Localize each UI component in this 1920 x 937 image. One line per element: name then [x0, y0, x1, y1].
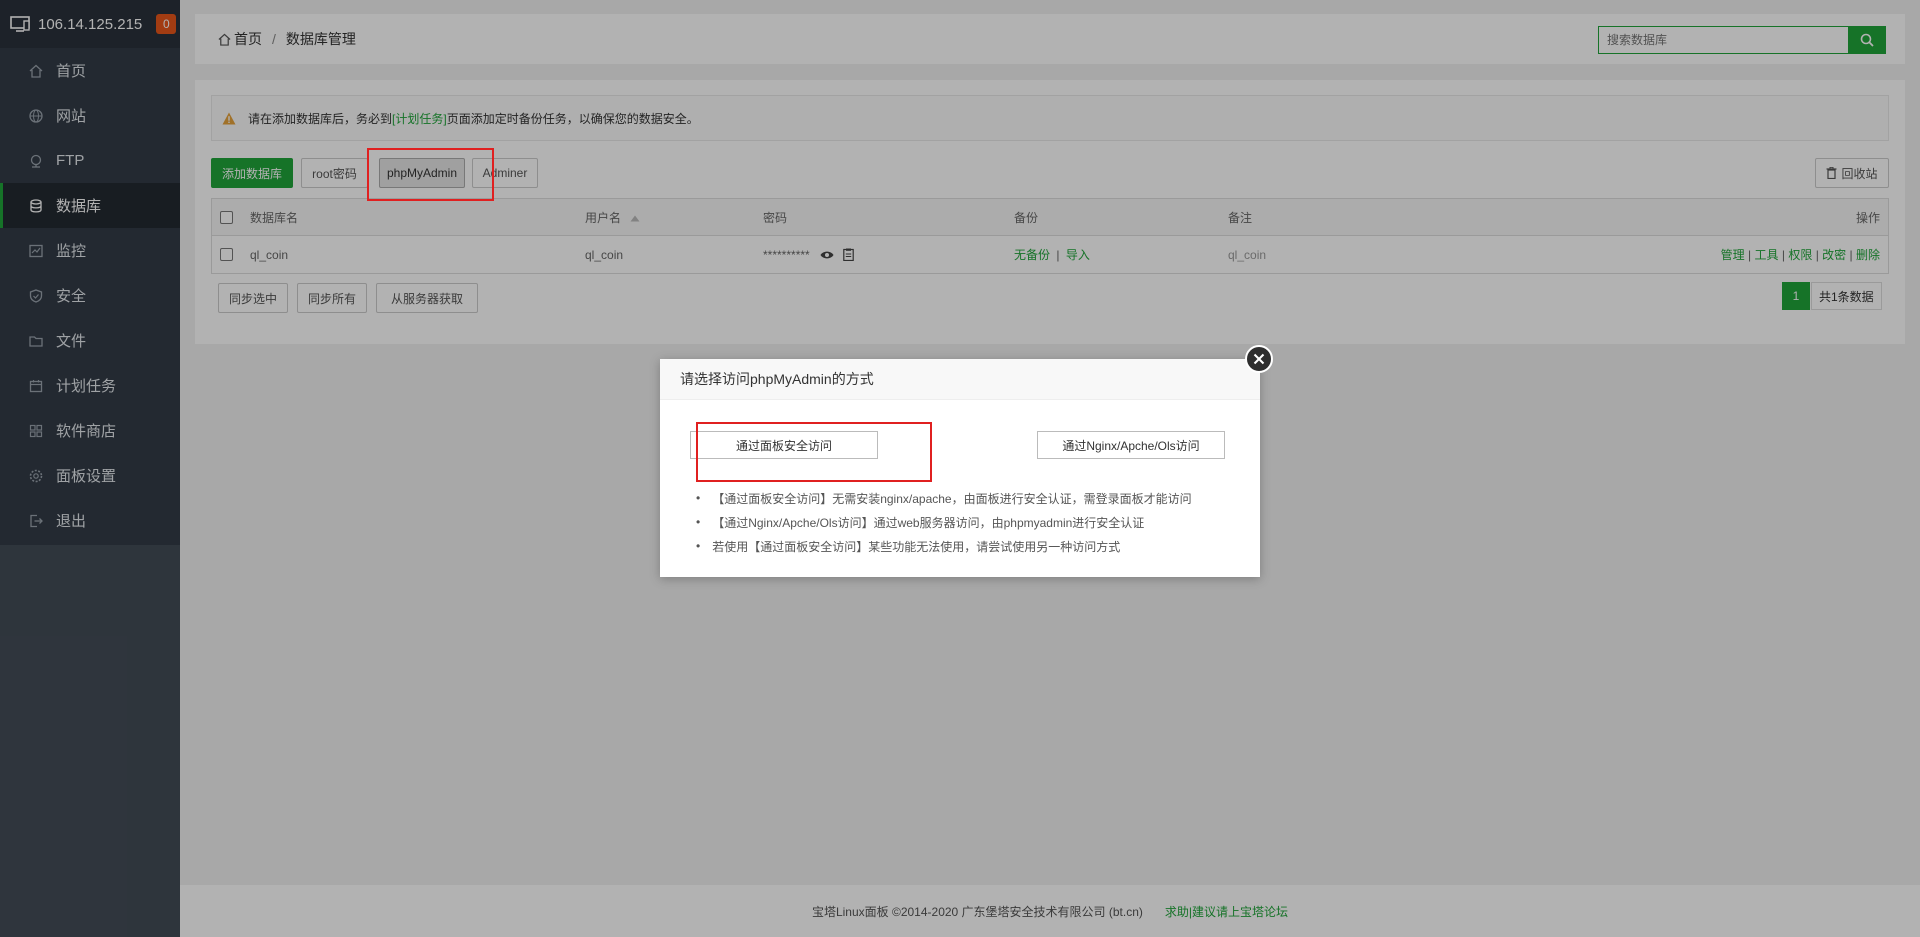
- dialog-title: 请选择访问phpMyAdmin的方式: [660, 359, 1260, 400]
- note-item: 【通过Nginx/Apche/Ols访问】通过web服务器访问，由phpmyad…: [696, 510, 1192, 534]
- access-notes: 【通过面板安全访问】无需安装nginx/apache，由面板进行安全认证，需登录…: [696, 486, 1192, 558]
- nginx-access-button[interactable]: 通过Nginx/Apche/Ols访问: [1037, 431, 1225, 459]
- phpmyadmin-access-dialog: 请选择访问phpMyAdmin的方式 通过面板安全访问 通过Nginx/Apch…: [660, 345, 1273, 577]
- highlight-box-phpmyadmin: [367, 148, 494, 201]
- close-icon: [1253, 353, 1265, 365]
- close-button[interactable]: [1245, 345, 1273, 373]
- note-item: 【通过面板安全访问】无需安装nginx/apache，由面板进行安全认证，需登录…: [696, 486, 1191, 510]
- note-item: 若使用【通过面板安全访问】某些功能无法使用，请尝试使用另一种访问方式: [696, 534, 1192, 558]
- highlight-box-panel-access: [696, 422, 932, 482]
